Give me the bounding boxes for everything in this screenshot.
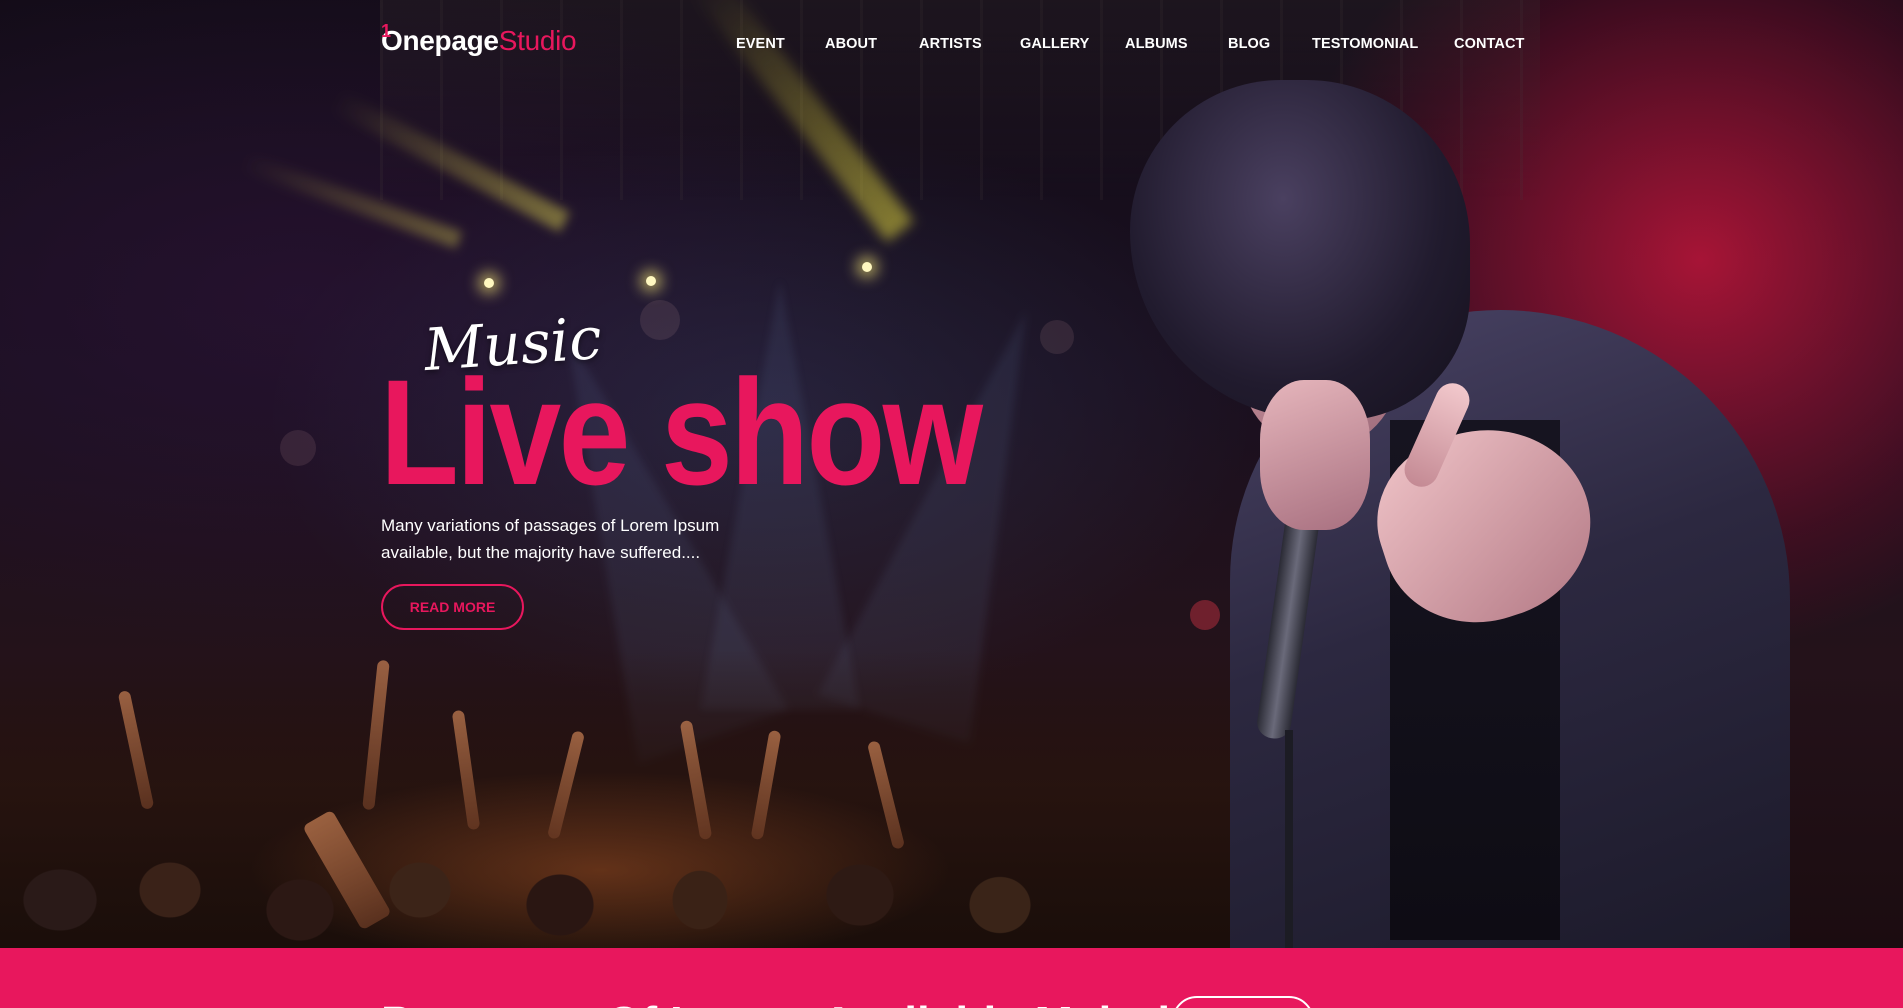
bokeh-light xyxy=(640,300,680,340)
nav-item-testimonial[interactable]: TESTOMONIAL xyxy=(1312,36,1418,52)
band-button[interactable] xyxy=(1172,996,1314,1008)
raised-arm xyxy=(750,729,782,841)
raised-arm xyxy=(679,719,713,841)
raised-arm xyxy=(117,690,155,810)
singer-hair xyxy=(1130,80,1470,420)
stage-light xyxy=(646,276,656,286)
hero-lead-text: Many variations of passages of Lorem Ips… xyxy=(381,516,720,562)
nav-item-gallery[interactable]: GALLERY xyxy=(1020,36,1089,52)
bokeh-light xyxy=(280,430,316,466)
raised-arm xyxy=(866,740,906,850)
nav-item-event[interactable]: EVENT xyxy=(736,36,785,52)
bokeh-light xyxy=(1040,320,1074,354)
nav-item-albums[interactable]: ALBUMS xyxy=(1125,36,1188,52)
hero-section: Music Live show Many variations of passa… xyxy=(0,0,1903,948)
singer-photo xyxy=(1110,80,1810,948)
raised-arm xyxy=(302,809,392,931)
stage-light xyxy=(862,262,872,272)
raised-arm xyxy=(546,730,586,840)
band-heading: Passages Of Lorem Available Majority xyxy=(381,996,1211,1008)
stage-light xyxy=(484,278,494,288)
raised-arm xyxy=(362,659,390,811)
nav-item-blog[interactable]: BLOG xyxy=(1228,36,1270,52)
call-to-action-band: Passages Of Lorem Available Majority xyxy=(0,948,1903,1008)
raised-arm xyxy=(451,709,481,831)
read-more-button[interactable]: READ MORE xyxy=(381,584,524,630)
main-menu: EVENT ABOUT ARTISTS GALLERY ALBUMS BLOG … xyxy=(0,36,1903,56)
nav-item-artists[interactable]: ARTISTS xyxy=(919,36,982,52)
nav-item-about[interactable]: ABOUT xyxy=(825,36,877,52)
nav-item-contact[interactable]: CONTACT xyxy=(1454,36,1525,52)
microphone-cable xyxy=(1285,730,1293,948)
top-navigation: 1 OnepageStudio EVENT ABOUT ARTISTS GALLE… xyxy=(0,0,1903,90)
singer-hand xyxy=(1260,380,1370,530)
hero-headline: Live show xyxy=(380,348,983,516)
